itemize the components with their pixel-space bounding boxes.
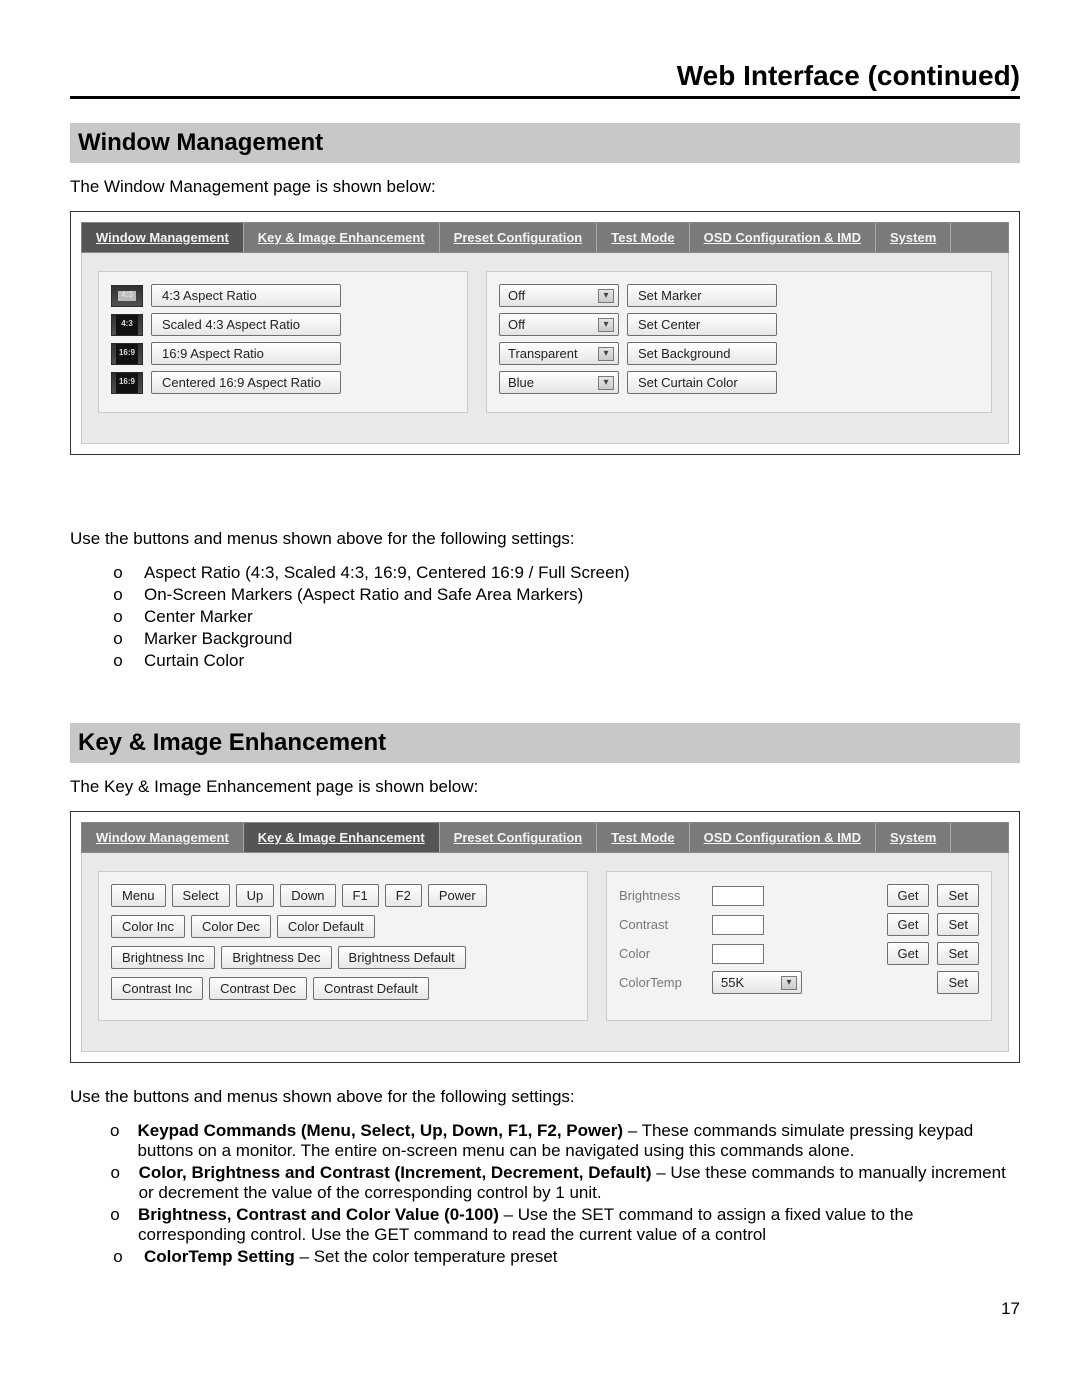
kie-screenshot: Window Management Key & Image Enhancemen… <box>70 811 1020 1063</box>
marker-select[interactable]: Off▾ <box>499 284 619 307</box>
aspect-centered-16-9-button[interactable]: Centered 16:9 Aspect Ratio <box>151 371 341 394</box>
wm-use-text: Use the buttons and menus shown above fo… <box>70 529 1020 549</box>
color-get-button[interactable]: Get <box>887 942 930 965</box>
bullet-item: Curtain Color <box>144 651 244 671</box>
tab-test-mode[interactable]: Test Mode <box>597 223 689 252</box>
aspect-thumb-4-3: 4:3 <box>111 285 143 307</box>
bullet-item: Keypad Commands (Menu, Select, Up, Down,… <box>137 1121 1020 1161</box>
tab-test-mode[interactable]: Test Mode <box>597 823 689 852</box>
colortemp-set-button[interactable]: Set <box>937 971 979 994</box>
bullet-item: Brightness, Contrast and Color Value (0-… <box>138 1205 1020 1245</box>
menu-button[interactable]: Menu <box>111 884 166 907</box>
aspect-thumb-centered-16-9: 16:9 <box>111 372 143 394</box>
brightness-label: Brightness <box>619 888 704 903</box>
tab-osd-configuration[interactable]: OSD Configuration & IMD <box>690 223 876 252</box>
tab-system[interactable]: System <box>876 223 951 252</box>
contrast-set-button[interactable]: Set <box>937 913 979 936</box>
brightness-dec-button[interactable]: Brightness Dec <box>221 946 331 969</box>
page-title: Web Interface (continued) <box>70 60 1020 92</box>
wm-screenshot: Window Management Key & Image Enhancemen… <box>70 211 1020 455</box>
tab-window-management[interactable]: Window Management <box>82 823 244 852</box>
contrast-get-button[interactable]: Get <box>887 913 930 936</box>
tab-key-image-enhancement[interactable]: Key & Image Enhancement <box>244 223 440 252</box>
tab-window-management[interactable]: Window Management <box>82 223 244 252</box>
contrast-inc-button[interactable]: Contrast Inc <box>111 977 203 1000</box>
power-button[interactable]: Power <box>428 884 487 907</box>
brightness-inc-button[interactable]: Brightness Inc <box>111 946 215 969</box>
contrast-default-button[interactable]: Contrast Default <box>313 977 429 1000</box>
wm-intro: The Window Management page is shown belo… <box>70 177 1020 197</box>
kie-bullets: oKeypad Commands (Menu, Select, Up, Down… <box>110 1121 1020 1267</box>
chevron-down-icon: ▾ <box>598 376 614 390</box>
kie-intro: The Key & Image Enhancement page is show… <box>70 777 1020 797</box>
f2-button[interactable]: F2 <box>385 884 422 907</box>
aspect-thumb-scaled-4-3: 4:3 <box>111 314 143 336</box>
color-label: Color <box>619 946 704 961</box>
set-marker-button[interactable]: Set Marker <box>627 284 777 307</box>
chevron-down-icon: ▾ <box>598 318 614 332</box>
kie-use-text: Use the buttons and menus shown above fo… <box>70 1087 1020 1107</box>
curtain-color-select[interactable]: Blue▾ <box>499 371 619 394</box>
page-number: 17 <box>70 1299 1020 1319</box>
section-header-key-image-enhancement: Key & Image Enhancement <box>70 723 1020 763</box>
chevron-down-icon: ▾ <box>598 289 614 303</box>
color-default-button[interactable]: Color Default <box>277 915 375 938</box>
set-background-button[interactable]: Set Background <box>627 342 777 365</box>
tab-key-image-enhancement[interactable]: Key & Image Enhancement <box>244 823 440 852</box>
center-select[interactable]: Off▾ <box>499 313 619 336</box>
navbar: Window Management Key & Image Enhancemen… <box>81 822 1009 853</box>
navbar: Window Management Key & Image Enhancemen… <box>81 222 1009 253</box>
bullet-item: Marker Background <box>144 629 292 649</box>
select-button[interactable]: Select <box>172 884 230 907</box>
brightness-get-button[interactable]: Get <box>887 884 930 907</box>
color-input[interactable] <box>712 944 764 964</box>
aspect-scaled-4-3-button[interactable]: Scaled 4:3 Aspect Ratio <box>151 313 341 336</box>
color-inc-button[interactable]: Color Inc <box>111 915 185 938</box>
tab-system[interactable]: System <box>876 823 951 852</box>
down-button[interactable]: Down <box>280 884 335 907</box>
tab-preset-configuration[interactable]: Preset Configuration <box>440 223 598 252</box>
wm-bullets: oAspect Ratio (4:3, Scaled 4:3, 16:9, Ce… <box>110 563 1020 671</box>
section-header-window-management: Window Management <box>70 123 1020 163</box>
bullet-item: Color, Brightness and Contrast (Incremen… <box>139 1163 1020 1203</box>
tab-osd-configuration[interactable]: OSD Configuration & IMD <box>690 823 876 852</box>
contrast-input[interactable] <box>712 915 764 935</box>
color-set-button[interactable]: Set <box>937 942 979 965</box>
aspect-thumb-16-9: 16:9 <box>111 343 143 365</box>
colortemp-select[interactable]: 55K▾ <box>712 971 802 994</box>
bullet-item: ColorTemp Setting – Set the color temper… <box>144 1247 558 1267</box>
color-dec-button[interactable]: Color Dec <box>191 915 271 938</box>
brightness-input[interactable] <box>712 886 764 906</box>
f1-button[interactable]: F1 <box>342 884 379 907</box>
bullet-item: Center Marker <box>144 607 253 627</box>
chevron-down-icon: ▾ <box>598 347 614 361</box>
set-center-button[interactable]: Set Center <box>627 313 777 336</box>
contrast-dec-button[interactable]: Contrast Dec <box>209 977 307 1000</box>
bullet-item: Aspect Ratio (4:3, Scaled 4:3, 16:9, Cen… <box>144 563 630 583</box>
up-button[interactable]: Up <box>236 884 275 907</box>
aspect-16-9-button[interactable]: 16:9 Aspect Ratio <box>151 342 341 365</box>
set-curtain-color-button[interactable]: Set Curtain Color <box>627 371 777 394</box>
title-rule <box>70 96 1020 99</box>
colortemp-label: ColorTemp <box>619 975 704 990</box>
brightness-default-button[interactable]: Brightness Default <box>338 946 466 969</box>
brightness-set-button[interactable]: Set <box>937 884 979 907</box>
aspect-4-3-button[interactable]: 4:3 Aspect Ratio <box>151 284 341 307</box>
tab-preset-configuration[interactable]: Preset Configuration <box>440 823 598 852</box>
bullet-item: On-Screen Markers (Aspect Ratio and Safe… <box>144 585 583 605</box>
chevron-down-icon: ▾ <box>781 976 797 990</box>
contrast-label: Contrast <box>619 917 704 932</box>
background-select[interactable]: Transparent▾ <box>499 342 619 365</box>
